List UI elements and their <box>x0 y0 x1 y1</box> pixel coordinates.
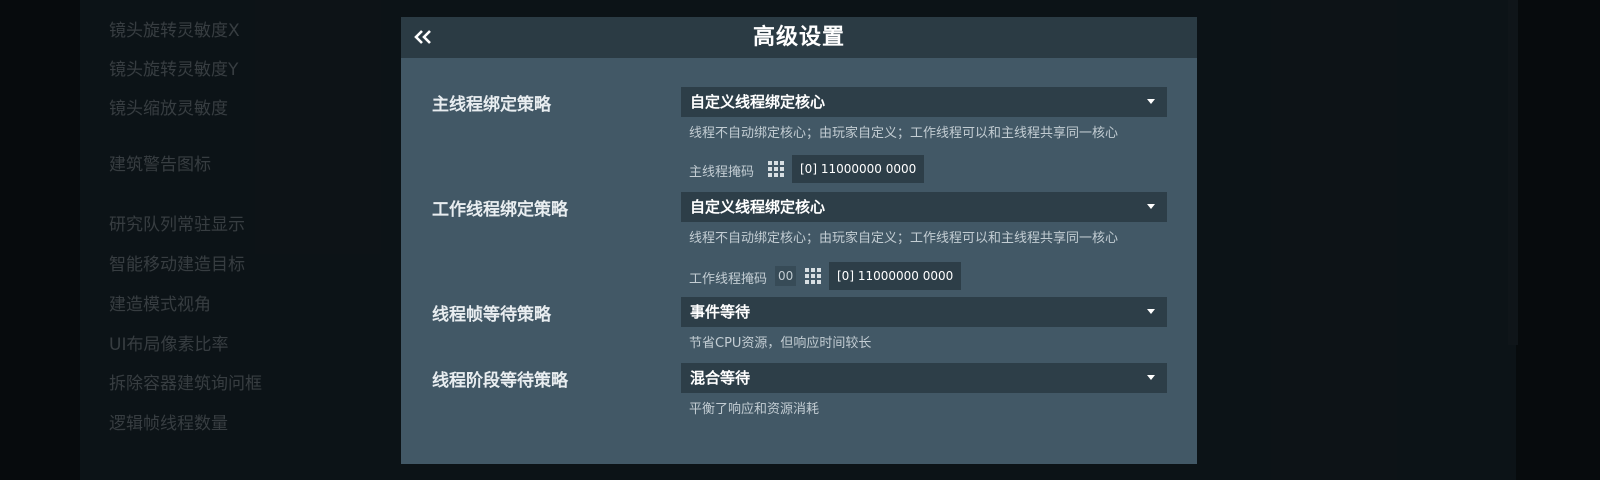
caret-down-icon <box>1147 204 1155 209</box>
back-button[interactable] <box>409 23 437 51</box>
frame-wait-strategy-value: 事件等待 <box>690 303 751 321</box>
main-thread-mask-grid-button[interactable] <box>767 160 785 178</box>
caret-down-icon <box>1147 309 1155 314</box>
main-thread-binding-dropdown[interactable]: 自定义线程绑定核心 <box>681 87 1167 117</box>
worker-thread-index-input[interactable]: 00 <box>775 266 797 286</box>
frame-wait-strategy-description: 节省CPU资源，但响应时间较长 <box>689 336 872 351</box>
dialog-title: 高级设置 <box>752 25 845 50</box>
frame-wait-strategy-dropdown[interactable]: 事件等待 <box>681 297 1167 327</box>
caret-down-icon <box>1147 375 1155 380</box>
main-thread-binding-value: 自定义线程绑定核心 <box>690 93 826 111</box>
advanced-settings-dialog: 高级设置 主线程绑定策略 自定义线程绑定核心 线程不自动绑定核心；由玩家自定义；… <box>401 17 1197 464</box>
frame-wait-strategy-label: 线程帧等待策略 <box>432 305 551 325</box>
worker-thread-binding-label: 工作线程绑定策略 <box>432 200 568 220</box>
main-thread-binding-description: 线程不自动绑定核心；由玩家自定义；工作线程可以和主线程共享同一核心 <box>689 126 1119 141</box>
stage-wait-strategy-dropdown[interactable]: 混合等待 <box>681 363 1167 393</box>
worker-thread-binding-description: 线程不自动绑定核心；由玩家自定义；工作线程可以和主线程共享同一核心 <box>689 231 1119 246</box>
grid-icon <box>768 161 784 177</box>
caret-down-icon <box>1147 99 1155 104</box>
main-thread-binding-label: 主线程绑定策略 <box>432 95 551 115</box>
worker-thread-binding-value: 自定义线程绑定核心 <box>690 198 826 216</box>
worker-thread-mask-input[interactable]: [0] 11000000 0000 <box>829 262 962 290</box>
main-thread-mask-label: 主线程掩码 <box>689 165 755 180</box>
worker-thread-mask-grid-button[interactable] <box>804 267 822 285</box>
stage-wait-strategy-label: 线程阶段等待策略 <box>432 371 568 391</box>
main-thread-mask-input[interactable]: [0] 11000000 0000 <box>792 155 925 183</box>
stage-wait-strategy-value: 混合等待 <box>690 369 751 387</box>
stage-wait-strategy-description: 平衡了响应和资源消耗 <box>689 402 820 417</box>
worker-thread-mask-label: 工作线程掩码 <box>689 272 768 287</box>
dialog-header: 高级设置 <box>401 17 1197 58</box>
worker-thread-binding-dropdown[interactable]: 自定义线程绑定核心 <box>681 192 1167 222</box>
grid-icon <box>805 268 821 284</box>
double-chevron-left-icon <box>414 30 431 44</box>
